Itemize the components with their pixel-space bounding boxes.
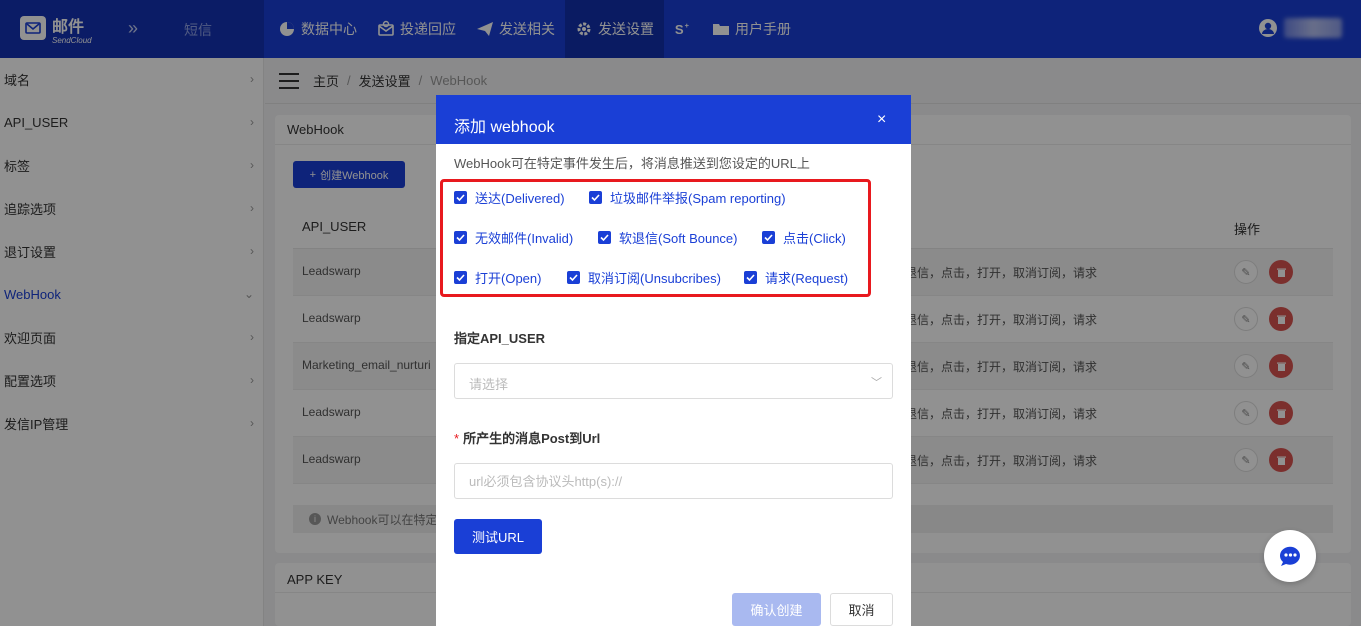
checkbox-label: 无效邮件(Invalid) bbox=[475, 231, 574, 246]
event-checkbox-invalid[interactable]: 无效邮件(Invalid) bbox=[454, 228, 573, 247]
event-checkbox-unsubscribe[interactable]: 取消订阅(Unsubcribes) bbox=[567, 268, 721, 287]
checkbox-label: 取消订阅(Unsubcribes) bbox=[588, 271, 721, 286]
event-checkbox-delivered[interactable]: 送达(Delivered) bbox=[454, 188, 565, 207]
api-user-select[interactable]: 请选择 ﹀ bbox=[454, 363, 893, 399]
checkbox-checked-icon bbox=[589, 191, 602, 204]
event-checkbox-soft-bounce[interactable]: 软退信(Soft Bounce) bbox=[598, 228, 738, 247]
checkbox-checked-icon bbox=[598, 231, 611, 244]
checkbox-label: 送达(Delivered) bbox=[475, 191, 565, 206]
modal-header: 添加 webhook × bbox=[436, 95, 911, 144]
checkbox-label: 软退信(Soft Bounce) bbox=[619, 231, 738, 246]
cancel-button[interactable]: 取消 bbox=[830, 593, 893, 626]
checkbox-checked-icon bbox=[454, 271, 467, 284]
confirm-create-button[interactable]: 确认创建 bbox=[732, 593, 821, 626]
checkbox-checked-icon bbox=[454, 231, 467, 244]
checkbox-checked-icon bbox=[567, 271, 580, 284]
chat-support-button[interactable] bbox=[1264, 530, 1316, 582]
test-url-button[interactable]: 测试URL bbox=[454, 519, 542, 554]
checkbox-label: 打开(Open) bbox=[475, 271, 542, 286]
post-url-label: * 所产生的消息Post到Url bbox=[454, 428, 600, 447]
checkbox-checked-icon bbox=[744, 271, 757, 284]
modal-description: WebHook可在特定事件发生后，将消息推送到您设定的URL上 bbox=[454, 156, 810, 171]
post-url-label-text: 所产生的消息Post到Url bbox=[463, 431, 601, 446]
checkbox-label: 点击(Click) bbox=[783, 231, 846, 246]
event-checkbox-request[interactable]: 请求(Request) bbox=[744, 268, 848, 287]
checkbox-checked-icon bbox=[762, 231, 775, 244]
checkbox-label: 垃圾邮件举报(Spam reporting) bbox=[610, 191, 786, 206]
checkbox-label: 请求(Request) bbox=[765, 271, 849, 286]
event-checkbox-open[interactable]: 打开(Open) bbox=[454, 268, 541, 287]
event-checkbox-spam[interactable]: 垃圾邮件举报(Spam reporting) bbox=[589, 188, 786, 207]
post-url-input[interactable] bbox=[454, 463, 893, 499]
chevron-down-icon: ﹀ bbox=[871, 377, 882, 389]
select-placeholder: 请选择 bbox=[469, 377, 509, 392]
api-user-label: 指定API_USER bbox=[454, 331, 546, 346]
modal-title: 添加 webhook bbox=[454, 119, 555, 136]
required-mark: * bbox=[454, 431, 460, 446]
checkbox-checked-icon bbox=[454, 191, 467, 204]
chat-bubble-icon bbox=[1279, 546, 1300, 566]
app-root: 邮件 SendCloud » 短信 数据中心 投递回应 发送相关 发送设置 S … bbox=[0, 0, 1361, 626]
close-icon[interactable]: × bbox=[877, 111, 886, 129]
event-checkbox-click[interactable]: 点击(Click) bbox=[762, 228, 846, 247]
add-webhook-modal: 添加 webhook × WebHook可在特定事件发生后，将消息推送到您设定的… bbox=[436, 95, 911, 626]
